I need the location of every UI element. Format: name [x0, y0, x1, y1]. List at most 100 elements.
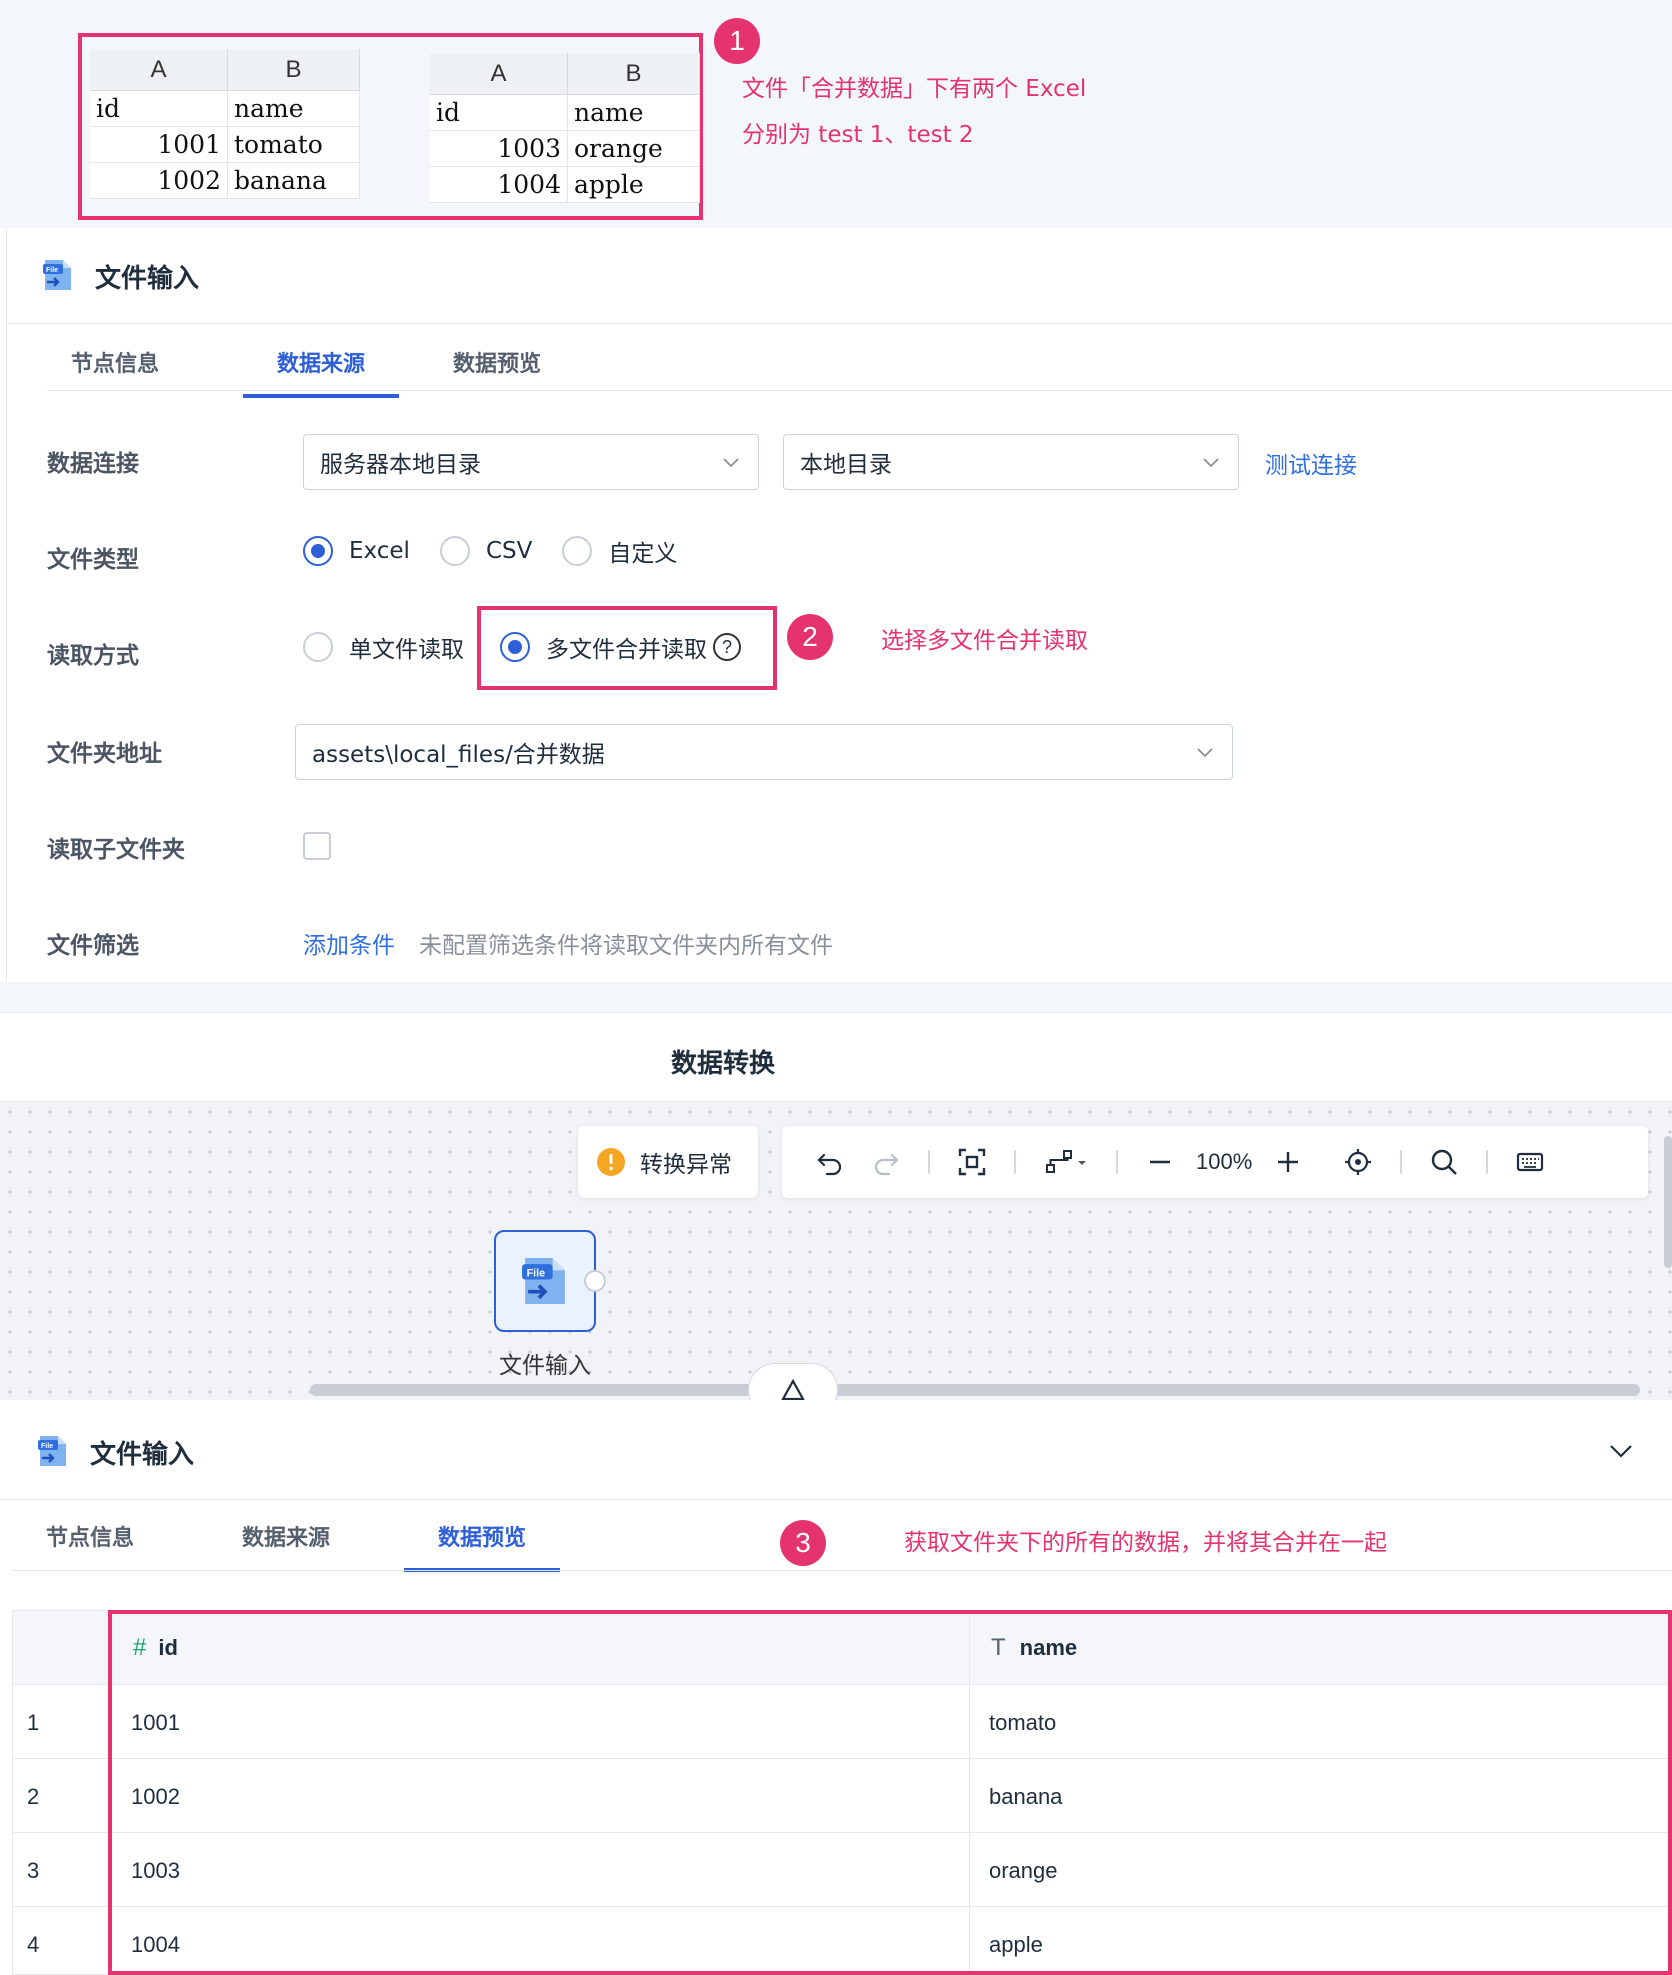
cell: orange	[568, 131, 700, 166]
filter-label: 文件筛选	[47, 933, 139, 959]
sheet-row: id name	[430, 95, 700, 131]
connection-select-value: 服务器本地目录	[320, 452, 481, 478]
toolbar-divider	[1486, 1150, 1489, 1174]
folder-path-select[interactable]: assets\local_files/合并数据	[295, 724, 1233, 780]
annotation-note-1b: 分别为 test 1、test 2	[742, 122, 974, 148]
conversion-error-chip[interactable]: 转换异常	[578, 1126, 758, 1198]
panel-tabs: 节点信息 数据来源 数据预览	[47, 346, 555, 398]
file-input-node[interactable]: File	[494, 1230, 596, 1332]
toolbar-divider	[1014, 1150, 1016, 1174]
panel-header: File 文件输入	[0, 1400, 1672, 1500]
warning-icon	[597, 1148, 625, 1176]
radio-button[interactable]	[562, 536, 593, 566]
chevron-down-icon[interactable]	[1608, 1442, 1634, 1460]
node-output-port[interactable]	[584, 1270, 606, 1292]
subfolder-checkbox[interactable]	[303, 832, 331, 860]
cell: tomato	[228, 127, 360, 162]
radio-label: CSV	[485, 538, 533, 564]
row-index: 1	[27, 1709, 40, 1735]
connection-select[interactable]: 服务器本地目录	[303, 434, 759, 490]
keyboard-button[interactable]	[1502, 1134, 1558, 1190]
step-badge-1: 1	[714, 18, 760, 64]
svg-text:File: File	[46, 267, 58, 274]
radio-single-file[interactable]: 单文件读取	[303, 630, 464, 664]
step-badge-2: 2	[787, 614, 833, 660]
sheet-row: id name	[90, 91, 360, 127]
tab-data-source[interactable]: 数据来源	[208, 1520, 364, 1552]
directory-select-value: 本地目录	[800, 452, 892, 478]
node-label: 文件输入	[499, 1353, 591, 1379]
file-input-icon: File	[38, 1436, 66, 1466]
canvas-toolbar: 100%	[782, 1126, 1648, 1198]
radio-label: Excel	[349, 538, 410, 564]
section-gap	[0, 982, 1672, 1012]
connection-label: 数据连接	[47, 451, 139, 477]
crosshair-icon	[1345, 1149, 1372, 1175]
cell: 1001	[90, 127, 228, 162]
sheet-row: 1002 banana	[90, 163, 360, 199]
tab-node-info[interactable]: 节点信息	[47, 346, 183, 378]
radio-csv[interactable]: CSV	[439, 536, 533, 566]
cell: 1003	[430, 131, 568, 166]
undo-button[interactable]	[802, 1134, 858, 1190]
node-config-panel: File 文件输入 节点信息 数据来源 数据预览 数据连接 服务器本地目录 本地…	[6, 228, 1672, 982]
chevron-down-icon	[723, 458, 739, 468]
search-button[interactable]	[1416, 1134, 1472, 1190]
test-connection-link[interactable]: 测试连接	[1265, 446, 1357, 480]
column-b-header: B	[228, 49, 360, 90]
layout-button[interactable]	[1030, 1134, 1102, 1190]
horizontal-scrollbar[interactable]	[310, 1384, 1640, 1396]
cell: name	[568, 95, 700, 130]
minus-icon	[1150, 1160, 1170, 1164]
read-mode-label: 读取方式	[47, 643, 139, 669]
filter-hint: 未配置筛选条件将读取文件夹内所有文件	[419, 933, 833, 959]
zoom-in-button[interactable]	[1260, 1134, 1316, 1190]
tab-divider	[12, 1570, 1672, 1571]
search-icon	[1432, 1149, 1458, 1175]
row-index: 2	[27, 1783, 40, 1809]
vertical-scrollbar[interactable]	[1664, 1136, 1672, 1268]
tab-data-preview[interactable]: 数据预览	[439, 346, 555, 378]
excel-sheet-test2: A B id name 1003 orange 1004 apple	[430, 53, 700, 203]
cell: apple	[568, 167, 700, 202]
annotation-note-2: 选择多文件合并读取	[881, 628, 1088, 654]
sheet-column-header: A B	[430, 53, 700, 95]
connector-style-icon	[1046, 1150, 1086, 1173]
column-b-header: B	[568, 53, 700, 94]
cell: id	[90, 91, 228, 126]
panel-header: File 文件输入	[7, 228, 1672, 324]
radio-button[interactable]	[303, 632, 333, 662]
radio-button[interactable]	[439, 536, 470, 566]
folder-label: 文件夹地址	[47, 741, 162, 767]
file-type-label: 文件类型	[47, 547, 139, 573]
tab-node-info[interactable]: 节点信息	[12, 1520, 168, 1552]
tab-data-preview[interactable]: 数据预览	[404, 1520, 560, 1572]
plus-icon	[1278, 1152, 1299, 1172]
radio-label: 自定义	[608, 541, 678, 567]
annotation-note-1a: 文件「合并数据」下有两个 Excel	[742, 76, 1087, 102]
redo-icon	[874, 1153, 899, 1176]
column-a-header: A	[90, 49, 228, 90]
radio-button[interactable]	[303, 536, 333, 566]
excel-sheet-test1: A B id name 1001 tomato 1002 banana	[90, 49, 360, 199]
redo-button[interactable]	[858, 1134, 914, 1190]
sheet-row: 1003 orange	[430, 131, 700, 167]
tab-data-source[interactable]: 数据来源	[243, 346, 399, 398]
row-index: 3	[27, 1857, 40, 1883]
add-condition-link[interactable]: 添加条件	[303, 926, 395, 960]
fit-view-button[interactable]	[944, 1134, 1000, 1190]
cell: name	[228, 91, 360, 126]
radio-custom[interactable]: 自定义	[562, 534, 677, 568]
tab-divider	[47, 390, 1672, 391]
file-input-icon: File	[522, 1258, 565, 1304]
file-input-icon: File	[43, 260, 71, 290]
panel-title: 文件输入	[90, 1440, 195, 1470]
locate-button[interactable]	[1330, 1134, 1386, 1190]
radio-excel[interactable]: Excel	[303, 536, 410, 566]
directory-select[interactable]: 本地目录	[783, 434, 1239, 490]
file-type-radio-group: Excel CSV 自定义	[303, 534, 707, 568]
annotation-highlight-2	[477, 606, 777, 690]
zoom-out-button[interactable]	[1132, 1134, 1188, 1190]
column-a-header: A	[430, 53, 568, 94]
sheet-row: 1001 tomato	[90, 127, 360, 163]
